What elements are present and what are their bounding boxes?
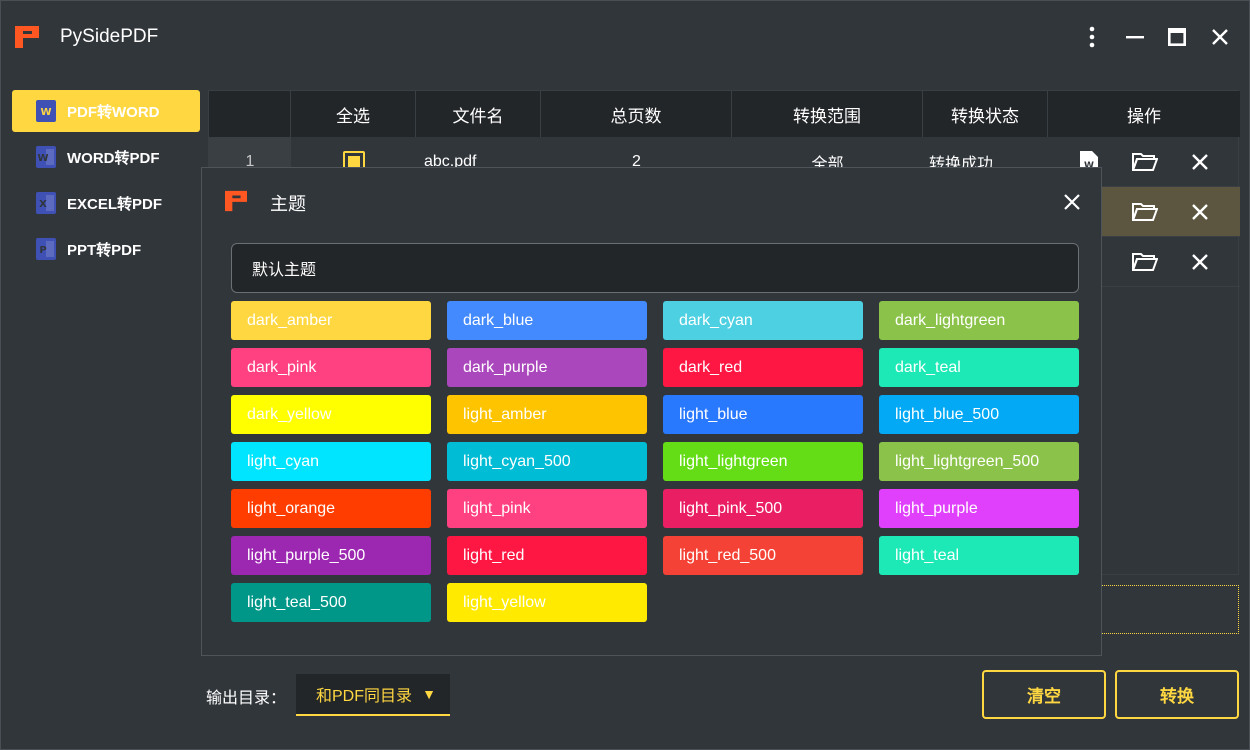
theme-button-light-cyan-500[interactable]: light_cyan_500 [447, 442, 647, 481]
theme-button-dark-cyan[interactable]: dark_cyan [663, 301, 863, 340]
theme-button-light-red[interactable]: light_red [447, 536, 647, 575]
delete-icon[interactable] [1192, 204, 1208, 220]
theme-button-light-lightgreen[interactable]: light_lightgreen [663, 442, 863, 481]
theme-button-light-pink[interactable]: light_pink [447, 489, 647, 528]
sidebar-item-excel-to-pdf[interactable]: X EXCEL转PDF [12, 182, 200, 224]
more-menu-icon[interactable] [1078, 23, 1106, 51]
open-folder-icon[interactable] [1132, 252, 1158, 272]
theme-dialog: 主题 默认主题 dark_amber dark_blue dark_cyan dark… [201, 167, 1102, 656]
svg-text:P: P [39, 245, 46, 256]
header-select-all[interactable]: 全选 [291, 91, 416, 137]
theme-button-light-orange[interactable]: light_orange [231, 489, 431, 528]
header-status: 转换状态 [923, 91, 1048, 137]
svg-text:W: W [40, 107, 51, 118]
svg-text:X: X [39, 199, 47, 210]
sidebar-item-label: PPT转PDF [67, 241, 142, 259]
theme-button-light-amber[interactable]: light_amber [447, 395, 647, 434]
dialog-close-icon[interactable] [1060, 190, 1084, 214]
ppt-doc-icon: P [36, 238, 56, 260]
output-dir-select[interactable]: 和PDF同目录 ▼ [296, 674, 450, 716]
delete-icon[interactable] [1192, 154, 1208, 170]
theme-button-dark-yellow[interactable]: dark_yellow [231, 395, 431, 434]
theme-button-light-blue-500[interactable]: light_blue_500 [879, 395, 1079, 434]
sidebar: W PDF转WORD W WORD转PDF X EXCEL转PDF P PPT转… [12, 90, 200, 274]
theme-button-dark-purple[interactable]: dark_purple [447, 348, 647, 387]
dialog-title: 主题 [270, 194, 306, 214]
maximize-icon[interactable] [1163, 23, 1191, 51]
output-dir-label: 输出目录： [206, 690, 287, 707]
header-range: 转换范围 [732, 91, 923, 137]
header-pages: 总页数 [541, 91, 732, 137]
word-doc-icon: W [36, 146, 56, 168]
convert-button[interactable]: 转换 [1115, 670, 1239, 719]
title-bar: PySidePDF [1, 1, 1250, 73]
sidebar-item-label: WORD转PDF [67, 149, 160, 167]
theme-button-light-red-500[interactable]: light_red_500 [663, 536, 863, 575]
output-dir-value: 和PDF同目录 [316, 688, 413, 705]
theme-button-dark-teal[interactable]: dark_teal [879, 348, 1079, 387]
dropdown-arrow-icon: ▼ [422, 686, 436, 702]
theme-grid: dark_amber dark_blue dark_cyan dark_lightgr… [231, 301, 1079, 622]
header-filename: 文件名 [416, 91, 541, 137]
theme-button-light-teal[interactable]: light_teal [879, 536, 1079, 575]
theme-button-light-teal-500[interactable]: light_teal_500 [231, 583, 431, 622]
app-window: PySidePDF W PDF转WORD W WORD转PDF X EXCEL转… [0, 0, 1250, 750]
theme-button-dark-amber[interactable]: dark_amber [231, 301, 431, 340]
sidebar-item-label: EXCEL转PDF [67, 195, 163, 213]
theme-button-dark-pink[interactable]: dark_pink [231, 348, 431, 387]
word-doc-icon: W [36, 100, 56, 122]
sidebar-item-label: PDF转WORD [67, 103, 160, 121]
sidebar-item-word-to-pdf[interactable]: W WORD转PDF [12, 136, 200, 178]
theme-button-light-cyan[interactable]: light_cyan [231, 442, 431, 481]
theme-button-dark-lightgreen[interactable]: dark_lightgreen [879, 301, 1079, 340]
theme-button-dark-blue[interactable]: dark_blue [447, 301, 647, 340]
open-folder-icon[interactable] [1132, 202, 1158, 222]
theme-button-light-blue[interactable]: light_blue [663, 395, 863, 434]
open-folder-icon[interactable] [1132, 152, 1158, 172]
app-title: PySidePDF [60, 26, 159, 47]
theme-button-light-yellow[interactable]: light_yellow [447, 583, 647, 622]
drop-area[interactable] [1101, 585, 1239, 634]
default-theme-button[interactable]: 默认主题 [231, 243, 1079, 293]
sidebar-item-ppt-to-pdf[interactable]: P PPT转PDF [12, 228, 200, 270]
clear-button[interactable]: 清空 [982, 670, 1106, 719]
app-logo-icon [225, 190, 247, 212]
theme-button-light-purple-500[interactable]: light_purple_500 [231, 536, 431, 575]
header-actions: 操作 [1127, 106, 1161, 126]
header-index [209, 91, 291, 137]
excel-doc-icon: X [36, 192, 56, 214]
delete-icon[interactable] [1192, 254, 1208, 270]
theme-button-light-lightgreen-500[interactable]: light_lightgreen_500 [879, 442, 1079, 481]
sidebar-item-pdf-to-word[interactable]: W PDF转WORD [12, 90, 200, 132]
theme-button-light-purple[interactable]: light_purple [879, 489, 1079, 528]
app-logo-icon [15, 26, 39, 48]
theme-button-light-pink-500[interactable]: light_pink_500 [663, 489, 863, 528]
theme-button-dark-red[interactable]: dark_red [663, 348, 863, 387]
svg-text:W: W [37, 153, 48, 164]
table-header: 全选 文件名 总页数 转换范围 转换状态 操作 [209, 91, 1240, 137]
minimize-icon[interactable] [1121, 23, 1149, 51]
close-icon[interactable] [1206, 23, 1234, 51]
